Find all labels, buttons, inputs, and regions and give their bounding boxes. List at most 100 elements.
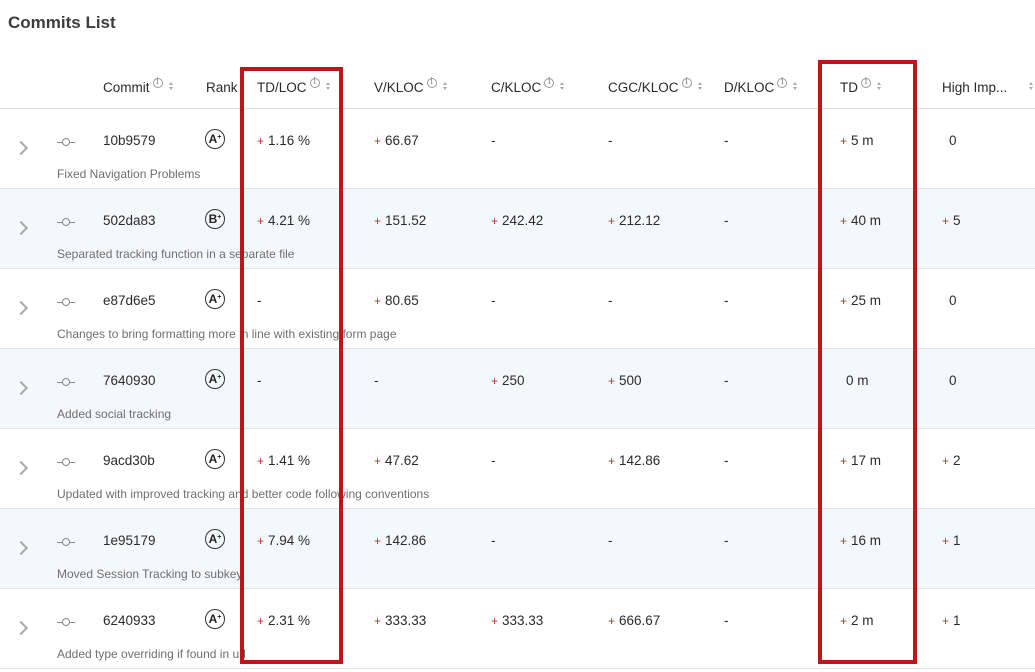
table-row[interactable]: 7640930 A + - - +250 +500-0 m 0 Added social tra…	[0, 349, 1035, 429]
cell-c-kloc: -	[491, 293, 496, 308]
rank-modifier: +	[217, 213, 222, 221]
chevron-right-icon[interactable]	[13, 380, 29, 396]
chevron-right-icon[interactable]	[13, 220, 29, 236]
sort-icon[interactable]	[1029, 81, 1034, 91]
cell-c-kloc-value: 333.33	[502, 613, 544, 628]
table-row[interactable]: 10b9579 A + +1.16 % +66.67- - - +5 m 0 Fixed Navi…	[0, 109, 1035, 189]
cell-high-impact: +2	[942, 453, 961, 468]
info-icon[interactable]: i	[309, 77, 320, 88]
cell-v-kloc: +333.33	[374, 613, 426, 628]
col-header-cgc-kloc[interactable]: CGC/KLOC i	[608, 77, 702, 95]
cell-commit-hash[interactable]: 502da83	[103, 213, 156, 228]
cell-commit-hash[interactable]: 10b9579	[103, 133, 156, 148]
col-header-label: V/KLOC	[374, 80, 424, 95]
plus-sign: +	[840, 294, 848, 308]
sort-icon[interactable]	[793, 81, 798, 91]
chevron-right-icon[interactable]	[13, 620, 29, 636]
rank-modifier: +	[217, 453, 222, 461]
chevron-right-icon[interactable]	[13, 300, 29, 316]
plus-sign: +	[374, 614, 382, 628]
table-row[interactable]: 1e95179 A + +7.94 % +142.86- - - +16 m +1 Moved S…	[0, 509, 1035, 589]
info-icon[interactable]: i	[681, 77, 692, 88]
info-icon[interactable]: i	[426, 77, 437, 88]
cell-high-impact-value: 0	[949, 293, 957, 308]
cell-commit-hash[interactable]: 1e95179	[103, 533, 156, 548]
cell-td-value: 25 m	[851, 293, 882, 308]
sort-icon[interactable]	[442, 81, 447, 91]
cell-td: +2 m	[840, 613, 874, 628]
rank-badge: A +	[205, 449, 225, 469]
chevron-right-icon[interactable]	[13, 140, 29, 156]
cell-td-loc-value: 1.41 %	[268, 453, 311, 468]
cell-commit-hash[interactable]: e87d6e5	[103, 293, 156, 308]
table-row[interactable]: 6240933 A + +2.31 % +333.33 +333.33 +666.67- +2…	[0, 589, 1035, 669]
cell-td-loc-value: 2.31 %	[268, 613, 311, 628]
commit-message: Changes to bring formatting more in line…	[57, 327, 397, 341]
cell-high-impact: +1	[942, 613, 961, 628]
cell-high-impact: +1	[942, 533, 961, 548]
col-header-commit[interactable]: Commit i	[103, 77, 173, 95]
cell-cgc-kloc-value: -	[608, 293, 613, 308]
info-icon[interactable]: i	[777, 77, 788, 88]
cell-v-kloc-value: 333.33	[385, 613, 427, 628]
plus-sign: +	[840, 454, 848, 468]
cell-commit-hash[interactable]: 7640930	[103, 373, 156, 388]
cell-high-impact: 0	[949, 373, 957, 388]
col-header-v-kloc[interactable]: V/KLOC i	[374, 77, 447, 95]
cell-commit-hash[interactable]: 9acd30b	[103, 453, 155, 468]
commit-icon	[57, 458, 75, 467]
col-header-rank[interactable]: Rank	[206, 80, 238, 95]
table-row[interactable]: e87d6e5 A + - +80.65- - - +25 m 0 Changes to brin…	[0, 269, 1035, 349]
col-header-c-kloc[interactable]: C/KLOC i	[491, 77, 565, 95]
cell-high-impact-value: 2	[953, 453, 961, 468]
commit-message: Moved Session Tracking to subkey	[57, 567, 243, 581]
cell-v-kloc-value: 151.52	[385, 213, 427, 228]
cell-cgc-kloc-value: 142.86	[619, 453, 661, 468]
info-icon[interactable]: i	[861, 77, 871, 88]
plus-sign: +	[491, 214, 499, 228]
col-header-high-impact[interactable]: High Imp...	[942, 80, 1034, 95]
cell-c-kloc: -	[491, 453, 496, 468]
rank-badge: A +	[205, 529, 225, 549]
sort-icon[interactable]	[560, 81, 565, 91]
col-header-td-loc[interactable]: TD/LOC i	[257, 77, 330, 95]
col-header-label: TD	[840, 80, 858, 95]
sort-icon[interactable]	[168, 81, 173, 91]
cell-c-kloc: +333.33	[491, 613, 543, 628]
sort-icon[interactable]	[697, 81, 702, 91]
cell-v-kloc: +66.67	[374, 133, 419, 148]
cell-cgc-kloc: +142.86	[608, 453, 660, 468]
cell-td-loc: +2.31 %	[257, 613, 310, 628]
plus-sign: +	[491, 374, 499, 388]
commit-message: Added social tracking	[57, 407, 172, 421]
rank-letter: A	[208, 612, 218, 626]
cell-high-impact-value: 0	[949, 373, 957, 388]
plus-sign: +	[374, 214, 382, 228]
cell-d-kloc: -	[724, 213, 729, 228]
plus-sign: +	[257, 614, 265, 628]
info-icon[interactable]: i	[544, 77, 555, 88]
commits-table: Commit i Rank TD/LOC i V/KLOC i C/KLOC i…	[0, 68, 1035, 669]
col-header-td[interactable]: TD i	[840, 77, 881, 95]
sort-icon[interactable]	[877, 81, 881, 91]
cell-td: 0 m	[846, 373, 869, 388]
chevron-right-icon[interactable]	[13, 460, 29, 476]
cell-commit-hash[interactable]: 6240933	[103, 613, 156, 628]
col-header-label: Rank	[206, 80, 238, 95]
plus-sign: +	[840, 134, 848, 148]
plus-sign: +	[608, 374, 616, 388]
cell-c-kloc: +242.42	[491, 213, 543, 228]
rank-letter: A	[208, 452, 218, 466]
cell-td-loc: -	[257, 293, 262, 308]
rank-modifier: +	[217, 613, 222, 621]
plus-sign: +	[942, 214, 950, 228]
sort-icon[interactable]	[325, 81, 330, 91]
info-icon[interactable]: i	[152, 77, 163, 88]
table-row[interactable]: 9acd30b A + +1.41 % +47.62- +142.86- +17 m +2 Up…	[0, 429, 1035, 509]
table-row[interactable]: 502da83 B + +4.21 % +151.52 +242.42 +212.12- +4…	[0, 189, 1035, 269]
plus-sign: +	[257, 454, 265, 468]
cell-td-loc-value: 4.21 %	[268, 213, 311, 228]
cell-cgc-kloc: +212.12	[608, 213, 660, 228]
chevron-right-icon[interactable]	[13, 540, 29, 556]
col-header-d-kloc[interactable]: D/KLOC i	[724, 77, 798, 95]
